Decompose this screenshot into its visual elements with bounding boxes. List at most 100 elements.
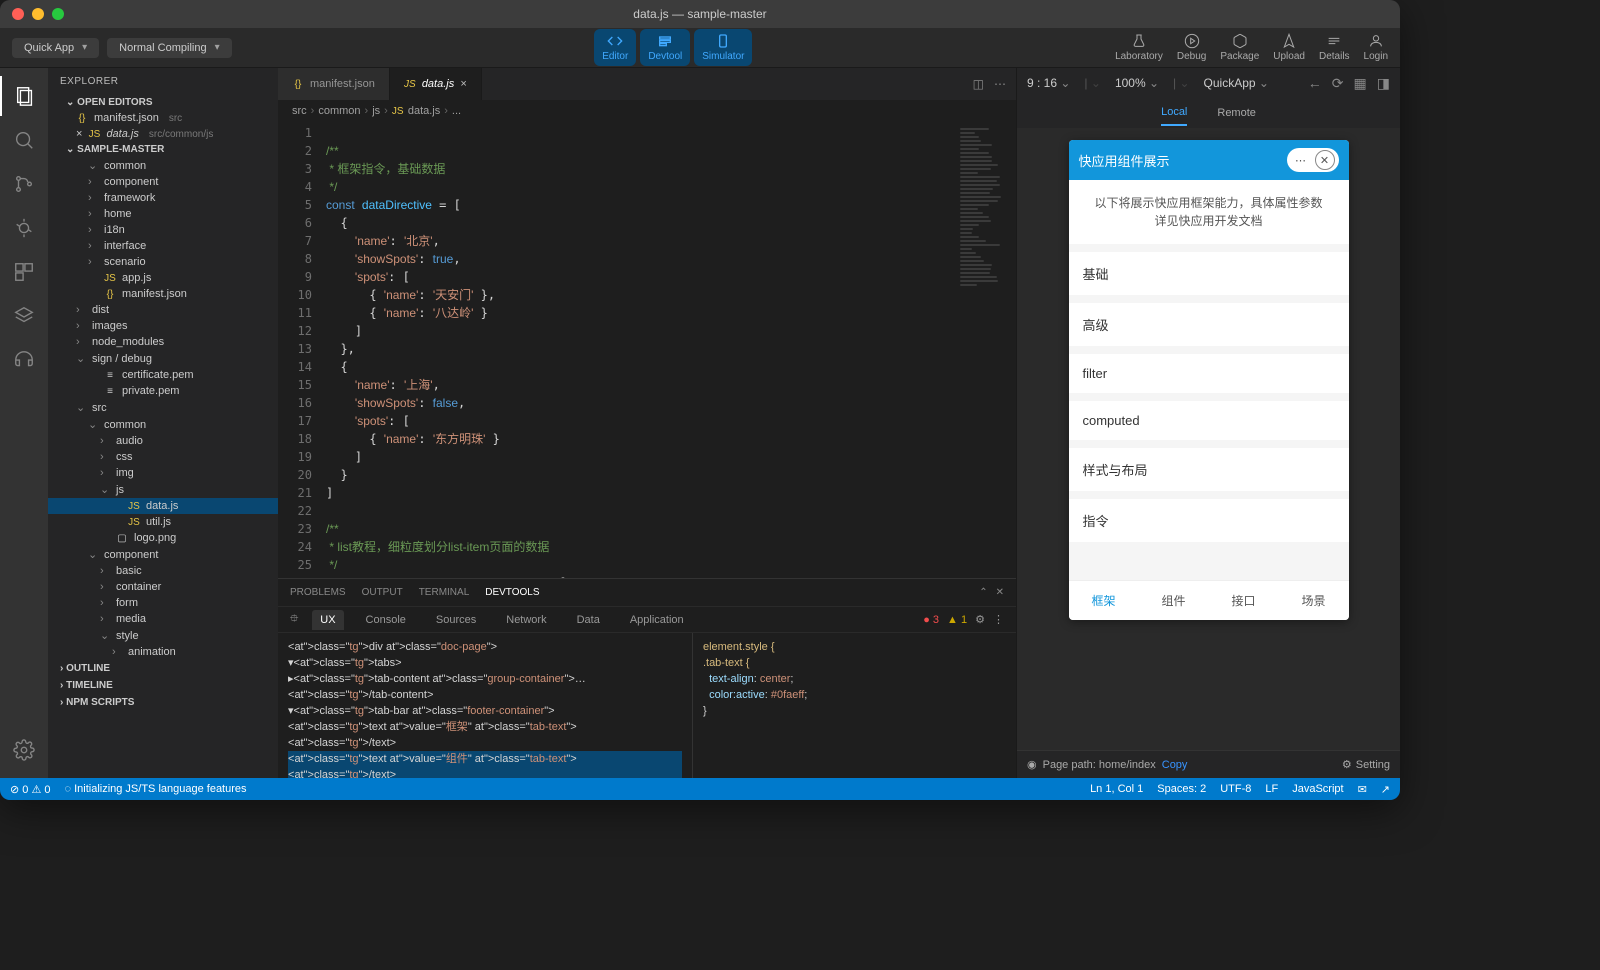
project-type-dropdown[interactable]: Quick App bbox=[12, 38, 99, 58]
file-tree-item[interactable]: ≡private.pem bbox=[48, 383, 278, 399]
toolbar-details-button[interactable]: Details bbox=[1319, 33, 1350, 62]
editor-view-button[interactable]: Editor bbox=[594, 29, 636, 66]
qr-icon[interactable]: ▦ bbox=[1354, 75, 1367, 92]
app-list[interactable]: 基础高级filtercomputed样式与布局指令 bbox=[1069, 244, 1349, 580]
devtools-tab-data[interactable]: Data bbox=[569, 610, 608, 630]
app-close-icon[interactable]: ✕ bbox=[1315, 150, 1335, 170]
breadcrumb[interactable]: src›common›js›JS data.js›... bbox=[278, 100, 1016, 122]
close-tab-icon[interactable]: × bbox=[460, 78, 466, 90]
zoom-dropdown[interactable]: 100% bbox=[1115, 76, 1159, 90]
file-tree-item[interactable]: node_modules bbox=[48, 334, 278, 350]
refresh-icon[interactable]: ⟳ bbox=[1332, 75, 1344, 92]
sidebar-section[interactable]: › NPM SCRIPTS bbox=[48, 694, 278, 711]
breadcrumb-item[interactable]: common bbox=[318, 105, 360, 117]
open-editors-section[interactable]: OPEN EDITORS bbox=[48, 95, 278, 110]
devtools-tab-application[interactable]: Application bbox=[622, 610, 692, 630]
debug-activity-button[interactable] bbox=[0, 208, 48, 248]
status-item[interactable]: UTF-8 bbox=[1220, 783, 1251, 796]
toolbar-login-button[interactable]: Login bbox=[1364, 33, 1388, 62]
status-item[interactable]: ↗ bbox=[1381, 783, 1390, 796]
devtools-more-icon[interactable]: ⋮ bbox=[993, 613, 1004, 626]
status-item[interactable]: Ln 1, Col 1 bbox=[1090, 783, 1143, 796]
file-tree-item[interactable]: scenario bbox=[48, 254, 278, 270]
app-footer-tab[interactable]: 组件 bbox=[1139, 581, 1209, 620]
app-footer-tab[interactable]: 接口 bbox=[1209, 581, 1279, 620]
local-tab[interactable]: Local bbox=[1161, 100, 1187, 126]
more-actions-icon[interactable]: ⋯ bbox=[994, 77, 1006, 91]
app-more-icon[interactable]: ⋯ bbox=[1291, 150, 1311, 170]
app-footer-tab[interactable]: 框架 bbox=[1069, 581, 1139, 620]
file-tree-item[interactable]: basic bbox=[48, 563, 278, 579]
file-tree-item[interactable]: common bbox=[48, 157, 278, 174]
status-item[interactable]: ✉ bbox=[1358, 783, 1367, 796]
file-tree-item[interactable]: dist bbox=[48, 302, 278, 318]
simulator-setting-button[interactable]: ⚙ Setting bbox=[1342, 758, 1390, 771]
file-tree-item[interactable]: animation bbox=[48, 644, 278, 660]
file-tree-item[interactable]: common bbox=[48, 416, 278, 433]
app-list-item[interactable]: 高级 bbox=[1069, 303, 1349, 346]
extensions-activity-button[interactable] bbox=[0, 252, 48, 292]
file-tree-item[interactable]: JSutil.js bbox=[48, 514, 278, 530]
panel-tab-devtools[interactable]: DEVTOOLS bbox=[485, 587, 539, 598]
file-tree-item[interactable]: i18n bbox=[48, 222, 278, 238]
file-tree-item[interactable]: img bbox=[48, 465, 278, 481]
remote-tab[interactable]: Remote bbox=[1217, 101, 1256, 125]
panel-tab-output[interactable]: OUTPUT bbox=[362, 587, 403, 598]
simulator-view-button[interactable]: Simulator bbox=[694, 29, 752, 66]
file-tree-item[interactable]: framework bbox=[48, 190, 278, 206]
support-activity-button[interactable] bbox=[0, 340, 48, 380]
warning-count[interactable]: ▲ 1 bbox=[947, 614, 967, 626]
file-tree-item[interactable]: audio bbox=[48, 433, 278, 449]
file-tree-item[interactable]: ▢logo.png bbox=[48, 530, 278, 546]
app-list-item[interactable]: 指令 bbox=[1069, 499, 1349, 542]
compile-mode-dropdown[interactable]: Normal Compiling bbox=[107, 38, 231, 58]
dock-icon[interactable]: ◨ bbox=[1377, 75, 1390, 92]
toolbar-upload-button[interactable]: Upload bbox=[1273, 33, 1305, 62]
breadcrumb-item[interactable]: src bbox=[292, 105, 307, 117]
editor-tab[interactable]: JSdata.js× bbox=[390, 68, 482, 100]
app-list-item[interactable]: 基础 bbox=[1069, 252, 1349, 295]
toolbar-laboratory-button[interactable]: Laboratory bbox=[1115, 33, 1163, 62]
back-icon[interactable]: ← bbox=[1308, 75, 1322, 92]
aspect-ratio-dropdown[interactable]: 9 : 16 bbox=[1027, 76, 1070, 90]
status-item[interactable]: Spaces: 2 bbox=[1157, 783, 1206, 796]
close-window-button[interactable] bbox=[12, 8, 24, 20]
file-tree-item[interactable]: component bbox=[48, 546, 278, 563]
split-editor-icon[interactable]: ◫ bbox=[973, 77, 984, 91]
file-tree-item[interactable]: src bbox=[48, 399, 278, 416]
error-count[interactable]: ● 3 bbox=[923, 614, 939, 626]
file-tree-item[interactable]: container bbox=[48, 579, 278, 595]
editor-tab[interactable]: {}manifest.json bbox=[278, 68, 390, 100]
project-section[interactable]: SAMPLE-MASTER bbox=[48, 142, 278, 157]
status-item[interactable]: JavaScript bbox=[1292, 783, 1343, 796]
panel-tab-terminal[interactable]: TERMINAL bbox=[419, 587, 470, 598]
devtools-settings-icon[interactable]: ⚙ bbox=[975, 613, 985, 626]
file-tree-item[interactable]: component bbox=[48, 174, 278, 190]
file-tree-item[interactable]: JSapp.js bbox=[48, 270, 278, 286]
file-tree-item[interactable]: js bbox=[48, 481, 278, 498]
panel-tab-problems[interactable]: PROBLEMS bbox=[290, 587, 346, 598]
minimap[interactable] bbox=[956, 122, 1016, 578]
file-tree-item[interactable]: ≡certificate.pem bbox=[48, 367, 278, 383]
app-footer-tab[interactable]: 场景 bbox=[1279, 581, 1349, 620]
file-tree-item[interactable]: form bbox=[48, 595, 278, 611]
maximize-window-button[interactable] bbox=[52, 8, 64, 20]
status-language-init[interactable]: ◌ Initializing JS/TS language features bbox=[64, 783, 246, 795]
panel-maximize-icon[interactable]: ⌃ bbox=[979, 587, 987, 598]
open-editor-item[interactable]: {}manifest.jsonsrc bbox=[48, 110, 278, 126]
minimize-window-button[interactable] bbox=[32, 8, 44, 20]
app-list-item[interactable]: 样式与布局 bbox=[1069, 448, 1349, 491]
styles-pane[interactable]: element.style { .tab-text { text-align: … bbox=[692, 633, 1016, 778]
devtool-view-button[interactable]: Devtool bbox=[640, 29, 690, 66]
inspect-icon[interactable]: ⯐ bbox=[290, 610, 298, 629]
code-editor[interactable]: 1234567891011121314151617181920212223242… bbox=[278, 122, 1016, 578]
open-editor-item[interactable]: ×JSdata.jssrc/common/js bbox=[48, 126, 278, 142]
breadcrumb-item[interactable]: ... bbox=[452, 105, 461, 117]
file-tree-item[interactable]: home bbox=[48, 206, 278, 222]
file-tree-item[interactable]: interface bbox=[48, 238, 278, 254]
dom-tree[interactable]: <at">class="tg">div at">class="doc-page"… bbox=[278, 633, 692, 778]
copy-path-button[interactable]: Copy bbox=[1162, 759, 1188, 771]
code-content[interactable]: /** * 框架指令，基础数据 */ const dataDirective =… bbox=[326, 122, 956, 578]
status-item[interactable]: LF bbox=[1265, 783, 1278, 796]
settings-activity-button[interactable] bbox=[0, 730, 48, 770]
